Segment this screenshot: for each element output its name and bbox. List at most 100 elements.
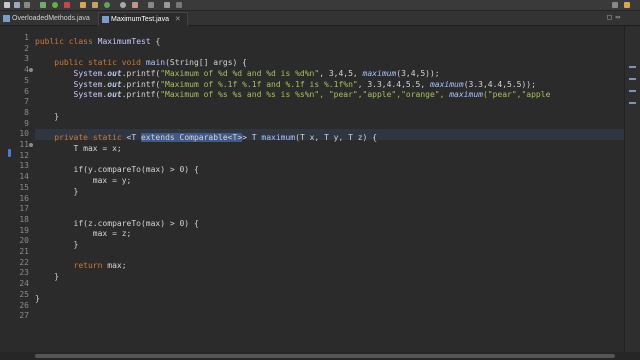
string-literal: "Maximum of %s %s and %s is %s%n" (160, 90, 320, 100)
code-line-7: System.out.printf("Maximum of %s %s and … (35, 90, 551, 101)
code-line-6: System.out.printf("Maximum of %.1f %.1f … (35, 80, 536, 91)
line-number: 2 (24, 43, 29, 53)
code-text: if(z.compareTo(max) > 0) { (73, 218, 199, 228)
code-area[interactable]: public class MaximumTest { public static… (35, 26, 624, 352)
static-field: out (107, 68, 122, 78)
code-text: , 3.3,4.4,5.5, (357, 79, 430, 89)
fold-toggle-icon[interactable] (29, 143, 33, 147)
code-text: max; (102, 261, 127, 271)
search-icon[interactable] (120, 2, 126, 8)
code-text: , 3,4,5, (319, 68, 363, 78)
back-icon[interactable] (164, 2, 170, 8)
overview-marker[interactable] (629, 66, 636, 68)
java-perspective-icon[interactable] (624, 2, 630, 8)
keyword: class (68, 36, 93, 46)
horizontal-scrollbar[interactable] (0, 352, 640, 360)
code-text: System. (73, 68, 108, 78)
code-line-5: System.out.printf("Maximum of %d %d and … (35, 69, 440, 80)
code-text: } (73, 240, 79, 249)
tab-overloaded-methods[interactable]: OverloadedMethods.java (0, 12, 96, 25)
tab-maximum-test[interactable]: MaximumTest.java ✕ (98, 12, 188, 26)
line-number: 6 (24, 86, 29, 96)
code-line-24: } (35, 272, 59, 283)
keyword: void (121, 58, 141, 68)
code-text: } (35, 293, 40, 303)
code-text: (3,4,5)); (396, 68, 440, 78)
line-number: 19 (19, 225, 29, 235)
static-field: out (107, 90, 122, 100)
code-text: .printf( (121, 90, 161, 100)
code-text: .printf( (121, 68, 161, 78)
next-annotation-icon[interactable] (148, 2, 154, 8)
quick-access-icon[interactable] (612, 2, 618, 8)
overview-marker[interactable] (629, 78, 636, 80)
method-name: main (145, 58, 166, 68)
code-text: T max = x; (73, 143, 122, 153)
line-number: 1 (24, 33, 29, 42)
method-name: maximum (261, 133, 296, 142)
code-line-26: } (35, 294, 40, 305)
text-selection[interactable]: extends Comparable<T> (140, 133, 243, 142)
line-number: 21 (19, 247, 29, 256)
print-icon[interactable] (24, 2, 30, 8)
open-type-icon[interactable] (132, 2, 138, 8)
code-text: .printf( (121, 79, 161, 89)
window-controls[interactable]: □ ▭ (607, 13, 620, 21)
line-number-ruler: 1 2 3 4 5 6 7 8 9 10 11 12 13 14 15 16 1… (14, 26, 29, 352)
code-text: (T x, T y, T z) { (295, 133, 378, 142)
overview-marker[interactable] (629, 102, 636, 104)
stop-icon[interactable] (64, 2, 70, 8)
line-number: 7 (24, 97, 29, 107)
code-text: } (54, 272, 60, 282)
toolbar (0, 0, 640, 11)
fold-toggle-icon[interactable] (29, 68, 33, 72)
line-number: 17 (19, 204, 29, 214)
keyword: private (54, 133, 88, 142)
overview-marker[interactable] (629, 90, 636, 92)
line-number: 10 (19, 129, 29, 139)
forward-icon[interactable] (176, 2, 182, 8)
string-literal: "Maximum of %.1f %.1f and %.1f is %.1f%n… (160, 79, 358, 89)
code-text: <T (121, 133, 141, 142)
close-icon[interactable]: ✕ (175, 16, 181, 23)
code-text: if(y.compareTo(max) > 0) { (73, 165, 199, 175)
code-line-21: } (35, 240, 79, 251)
code-line-19: if(z.compareTo(max) > 0) { (35, 219, 199, 230)
line-number: 16 (19, 193, 29, 203)
java-file-icon (3, 15, 10, 22)
class-name: MaximumTest (97, 36, 151, 46)
line-number: 5 (24, 75, 29, 85)
new-class-icon[interactable] (104, 2, 110, 8)
code-text: System. (73, 90, 108, 100)
string-literal: "Maximum of %d %d and %d is %d%n" (160, 68, 320, 78)
line-number: 26 (19, 300, 29, 310)
keyword: static (88, 58, 117, 68)
run-icon[interactable] (52, 2, 58, 8)
tab-label: MaximumTest.java (111, 16, 169, 23)
method-call: maximum (429, 79, 464, 89)
code-text: , "pear","apple","orange", (319, 90, 450, 100)
line-number: 24 (19, 279, 29, 289)
code-text: ("pear","apple (482, 90, 551, 100)
code-line-9: } (35, 112, 59, 123)
code-text: } (73, 186, 79, 196)
code-line-12: T max = x; (35, 144, 122, 155)
save-icon[interactable] (14, 2, 20, 8)
line-number: 20 (19, 236, 29, 246)
code-text: max = y; (92, 175, 132, 185)
editor-tab-bar: OverloadedMethods.java MaximumTest.java … (0, 11, 640, 26)
new-package-icon[interactable] (92, 2, 98, 8)
debug-icon[interactable] (40, 2, 46, 8)
line-number: 25 (19, 289, 29, 299)
overview-ruler[interactable] (624, 26, 640, 352)
code-line-20: max = z; (35, 229, 132, 240)
marker-gutter (0, 26, 14, 352)
code-line-11: private static <T extends Comparable<T>>… (35, 133, 377, 144)
code-text: max = z; (92, 229, 132, 239)
code-editor[interactable]: 1 2 3 4 5 6 7 8 9 10 11 12 13 14 15 16 1… (0, 26, 624, 352)
new-java-project-icon[interactable] (80, 2, 86, 8)
code-line-2: public class MaximumTest { (35, 37, 160, 48)
scrollbar-thumb[interactable] (35, 354, 615, 358)
new-file-icon[interactable] (4, 2, 10, 8)
line-number: 9 (24, 118, 29, 128)
